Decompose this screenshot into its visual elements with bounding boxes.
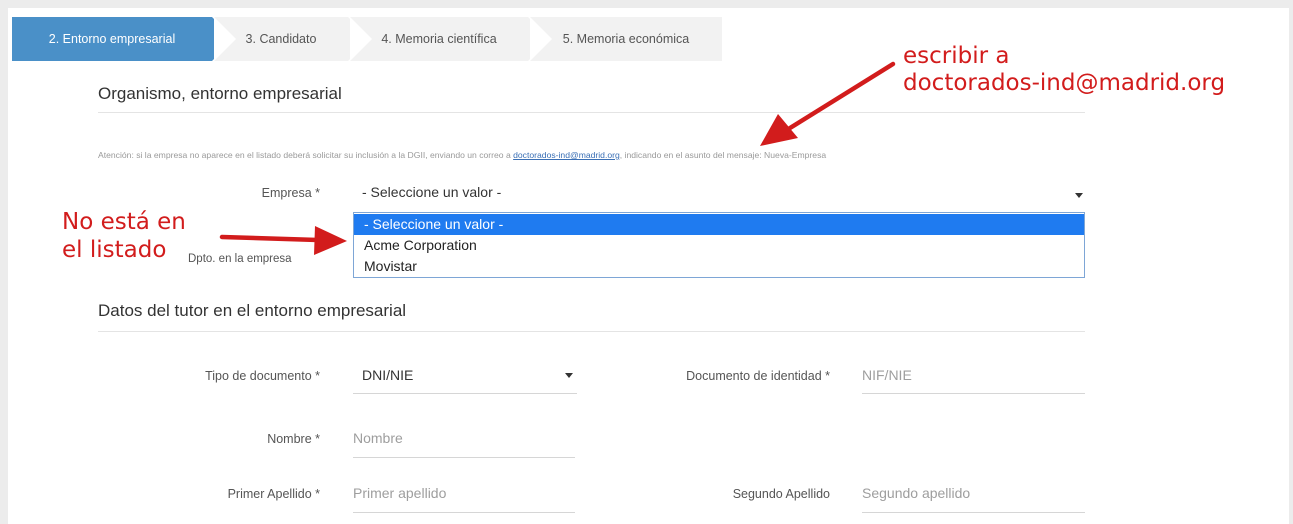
step-label: 4. Memoria científica [381, 32, 497, 46]
arrow-to-dropdown [219, 226, 347, 255]
step-label: 3. Candidato [245, 32, 317, 46]
arrow-to-email [760, 61, 896, 146]
page: 2. Entorno empresarial 3. Candidato 4. M… [0, 0, 1293, 524]
step-label: 2. Entorno empresarial [48, 32, 176, 46]
step-label: 5. Memoria económica [562, 32, 690, 46]
annotation-arrows [219, 61, 896, 255]
